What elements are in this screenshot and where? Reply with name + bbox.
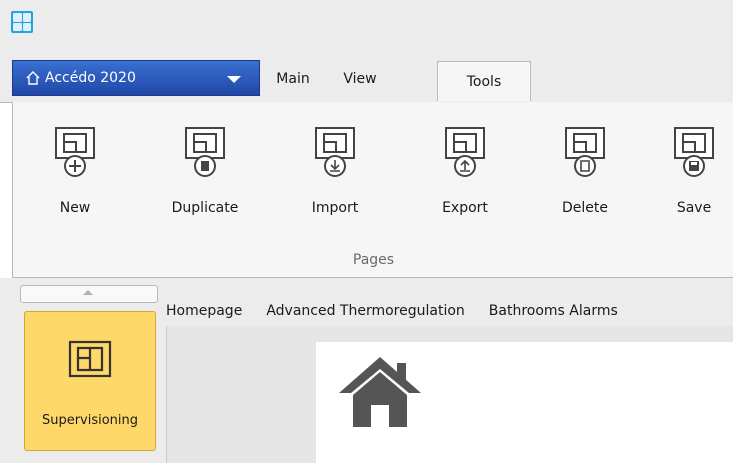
app-menu-button[interactable]: Accédo 2020 [12, 60, 260, 96]
sidebar-scroll-up-button[interactable] [20, 285, 158, 303]
sidebar-item-label: Supervisioning [41, 413, 139, 428]
home-icon [26, 71, 40, 85]
export-page-icon [445, 127, 485, 177]
duplicate-page-button[interactable]: Duplicate [160, 124, 250, 244]
tab-main[interactable]: Main [268, 62, 318, 96]
delete-page-button[interactable]: Delete [540, 124, 630, 244]
tab-view[interactable]: View [335, 62, 385, 96]
tab-advanced-thermoregulation[interactable]: Advanced Thermoregulation [266, 303, 464, 319]
page-tab-strip: Homepage Advanced Thermoregulation Bathr… [166, 296, 642, 326]
title-bar [0, 0, 733, 45]
save-page-button[interactable]: Save [649, 124, 733, 244]
ribbon-panel: New Duplicate Import Export Delete Save … [12, 102, 733, 278]
save-page-icon [674, 127, 714, 177]
new-page-icon [55, 127, 95, 177]
supervisioning-icon [68, 340, 112, 378]
duplicate-page-icon [185, 127, 225, 177]
home-icon [339, 357, 421, 427]
tab-tools[interactable]: Tools [437, 61, 531, 101]
sidebar-item-supervisioning[interactable]: Supervisioning [24, 311, 156, 451]
app-logo-icon [11, 11, 33, 33]
tab-bathrooms-alarms[interactable]: Bathrooms Alarms [489, 303, 618, 319]
app-menu-label: Accédo 2020 [45, 70, 136, 86]
import-page-button[interactable]: Import [290, 124, 380, 244]
import-page-icon [315, 127, 355, 177]
export-page-button[interactable]: Export [420, 124, 510, 244]
tab-homepage[interactable]: Homepage [166, 303, 242, 319]
delete-page-icon [565, 127, 605, 177]
chevron-up-icon [83, 290, 93, 295]
new-page-button[interactable]: New [30, 124, 120, 244]
ribbon-group-label: Pages [352, 252, 395, 268]
chevron-down-icon [227, 76, 241, 83]
